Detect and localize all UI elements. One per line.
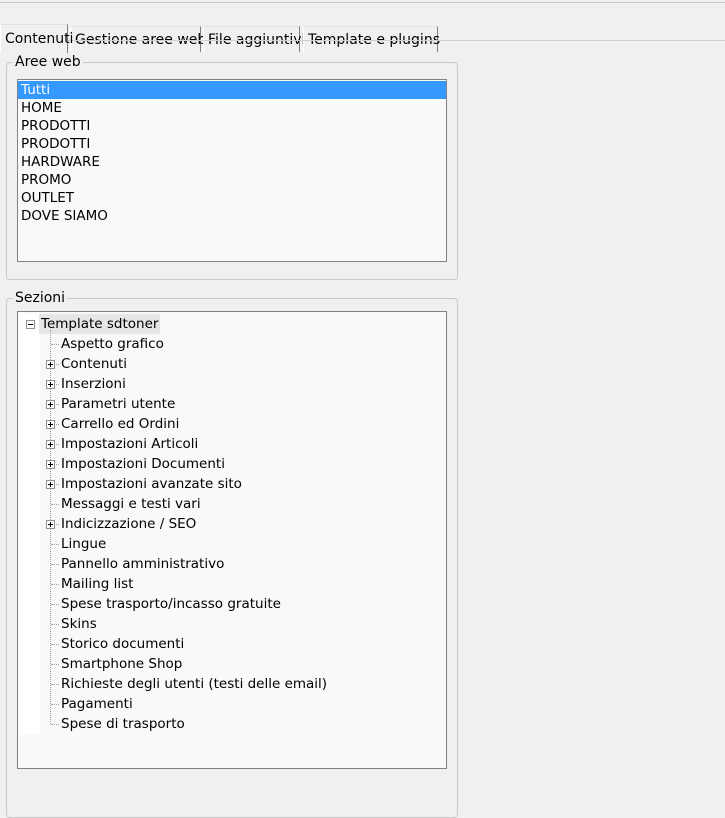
tab-gestione-aree-web[interactable]: Gestione aree web xyxy=(70,26,206,52)
tree-branch xyxy=(51,544,59,545)
tree-branch xyxy=(51,604,59,605)
list-item[interactable]: DOVE SIAMO xyxy=(18,207,446,225)
tree-branch xyxy=(51,644,59,645)
expand-icon[interactable] xyxy=(46,420,55,429)
tree-branch xyxy=(51,724,59,725)
expand-icon[interactable] xyxy=(46,460,55,469)
tree-item-label[interactable]: Spese di trasporto xyxy=(61,714,185,734)
list-item[interactable]: PRODOTTI xyxy=(18,117,446,135)
tree-branch xyxy=(51,684,59,685)
tree-branch xyxy=(51,704,59,705)
tree-item-label[interactable]: Richieste degli utenti (testi delle emai… xyxy=(61,674,327,694)
expand-icon[interactable] xyxy=(46,520,55,529)
list-item[interactable]: HOME xyxy=(18,99,446,117)
aree-web-listbox[interactable]: Tutti HOME PRODOTTI PRODOTTI HARDWARE PROMO OU… xyxy=(17,79,447,262)
list-item[interactable]: PRODOTTI xyxy=(18,135,446,153)
expand-icon[interactable] xyxy=(46,480,55,489)
sezioni-tree[interactable]: Template sdtoner Aspetto grafico Contenuti… xyxy=(17,311,447,769)
tree-item-label[interactable]: Indicizzazione / SEO xyxy=(61,514,196,534)
tree-item-label[interactable]: Pagamenti xyxy=(61,694,133,714)
tree-item-label[interactable]: Pannello amministrativo xyxy=(61,554,224,574)
tree-item-label[interactable]: Carrello ed Ordini xyxy=(61,414,179,434)
tree-item-label[interactable]: Impostazioni avanzate sito xyxy=(61,474,242,494)
aree-web-title: Aree web xyxy=(13,54,83,70)
tab-baseline xyxy=(0,40,725,41)
tree-branch xyxy=(51,504,59,505)
list-item[interactable]: Tutti xyxy=(18,81,446,99)
tree-item-label[interactable]: Impostazioni Documenti xyxy=(61,454,225,474)
expand-icon[interactable] xyxy=(46,440,55,449)
tree-item-label[interactable]: Skins xyxy=(61,614,97,634)
list-item[interactable]: HARDWARE xyxy=(18,153,446,171)
tree-branch xyxy=(51,664,59,665)
tree-branch xyxy=(51,624,59,625)
expand-icon[interactable] xyxy=(46,380,55,389)
tree-item-label[interactable]: Smartphone Shop xyxy=(61,654,182,674)
tree-item-label[interactable]: Lingue xyxy=(61,534,106,554)
list-item[interactable]: PROMO xyxy=(18,171,446,189)
tree-branch xyxy=(51,564,59,565)
tab-contenuti[interactable]: Contenuti xyxy=(0,24,73,53)
tree-item-label[interactable]: Contenuti xyxy=(61,354,127,374)
tree-item-label[interactable]: Impostazioni Articoli xyxy=(61,434,198,454)
tree-item-label[interactable]: Storico documenti xyxy=(61,634,184,654)
tree-item-label[interactable]: Inserzioni xyxy=(61,374,126,394)
tree-item-label[interactable]: Parametri utente xyxy=(61,394,175,414)
window-top-border xyxy=(0,2,725,3)
expand-icon[interactable] xyxy=(46,360,55,369)
collapse-icon[interactable] xyxy=(26,320,35,329)
tree-item-label[interactable]: Spese trasporto/incasso gratuite xyxy=(61,594,281,614)
tree-branch xyxy=(51,344,59,345)
sezioni-title: Sezioni xyxy=(13,290,68,306)
expand-icon[interactable] xyxy=(46,400,55,409)
tree-root-label[interactable]: Template sdtoner xyxy=(39,314,161,334)
tree-item-label[interactable]: Messaggi e testi vari xyxy=(61,494,201,514)
tab-file-aggiuntivi[interactable]: File aggiuntivi xyxy=(203,26,305,52)
tab-strip: Contenuti Gestione aree web File aggiunt… xyxy=(0,12,725,53)
tree-item-label[interactable]: Mailing list xyxy=(61,574,133,594)
tab-template-plugins[interactable]: Template e plugins xyxy=(303,26,440,52)
tree-branch xyxy=(51,584,59,585)
tree-gutter xyxy=(19,313,40,735)
list-item[interactable]: OUTLET xyxy=(18,189,446,207)
tree-item-label[interactable]: Aspetto grafico xyxy=(61,334,164,354)
